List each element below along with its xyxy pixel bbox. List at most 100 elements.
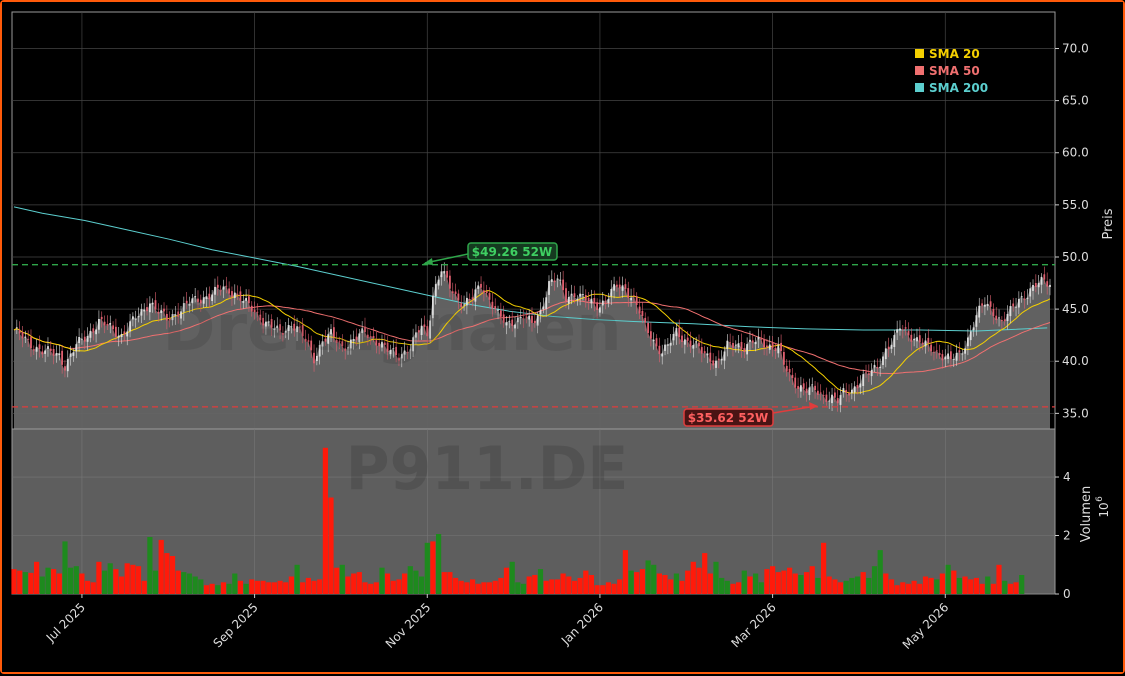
volume-tick-label: 0 — [1063, 587, 1071, 601]
volume-bar — [594, 585, 600, 594]
candle-body — [981, 303, 983, 306]
volume-bar — [220, 582, 227, 594]
volume-bar — [917, 583, 923, 594]
candle-body — [18, 329, 21, 334]
volume-bar — [719, 577, 725, 594]
volume-bar — [1013, 582, 1019, 594]
candle-body — [876, 367, 879, 369]
volume-bar — [147, 537, 153, 594]
volume-bar — [68, 567, 74, 594]
volume-bar — [611, 583, 617, 594]
candle-body — [774, 347, 777, 351]
candle-body — [913, 338, 915, 341]
volume-bar — [566, 576, 572, 594]
volume-bar — [934, 579, 940, 594]
candle-body — [681, 335, 683, 342]
volume-bar — [922, 576, 929, 594]
candle-body — [41, 351, 44, 355]
candle-body — [754, 341, 757, 345]
volume-bar — [532, 575, 538, 594]
volume-bar — [135, 566, 142, 594]
candle-body — [715, 360, 717, 368]
candle-body — [695, 341, 698, 343]
candle-body — [55, 353, 58, 356]
candle-body — [746, 344, 748, 355]
candle-body — [819, 392, 822, 394]
candle-body — [216, 284, 219, 288]
volume-bar — [515, 582, 521, 594]
volume-bar — [775, 572, 781, 594]
volume-bar — [628, 570, 634, 594]
volume-bar — [634, 572, 640, 594]
candle-body — [624, 284, 627, 290]
candle-body — [83, 336, 86, 342]
candle-body — [845, 389, 848, 393]
candle-body — [964, 348, 966, 354]
volume-bar — [311, 580, 317, 594]
candle-body — [989, 301, 992, 307]
candle-body — [1040, 276, 1043, 285]
candle-body — [132, 316, 134, 320]
volume-axis-label: Volumen — [1079, 486, 1094, 543]
volume-bar — [260, 580, 266, 594]
volume-bar — [526, 576, 532, 594]
volume-bar — [356, 572, 362, 594]
candle-body — [1032, 285, 1034, 291]
candle-body — [890, 344, 893, 349]
candle-body — [944, 356, 947, 360]
candle-body — [52, 349, 55, 356]
candle-body — [834, 392, 836, 398]
candle-body — [901, 329, 904, 331]
volume-bar — [215, 585, 221, 594]
price-axis-label: Preis — [1101, 208, 1116, 239]
candle-body — [751, 340, 754, 343]
candle-body — [938, 352, 941, 356]
candle-body — [658, 345, 661, 355]
candle-body — [69, 353, 72, 357]
candle-body — [652, 339, 655, 342]
candle-body — [686, 337, 689, 341]
volume-bar — [996, 564, 1002, 594]
candle-body — [1012, 303, 1015, 307]
volume-bar — [441, 572, 447, 594]
volume-bar — [860, 572, 866, 594]
candle-body — [924, 340, 927, 347]
candle-body — [641, 311, 644, 316]
candle-body — [918, 335, 921, 343]
candle-body — [1029, 288, 1032, 297]
candle-body — [667, 344, 669, 346]
legend-sma50: SMA 50 — [929, 64, 980, 78]
candle-body — [873, 364, 876, 368]
candle-body — [808, 387, 811, 395]
volume-bar — [656, 573, 662, 594]
candle-body — [1015, 306, 1017, 308]
candle-body — [1049, 284, 1051, 287]
candle-body — [89, 330, 92, 338]
candle-body — [709, 352, 712, 362]
volume-bar — [124, 563, 130, 594]
candle-body — [143, 309, 146, 312]
volume-bar — [73, 566, 79, 594]
volume-bar — [317, 579, 323, 594]
volume-bar — [453, 577, 459, 594]
volume-bar — [430, 541, 436, 594]
candle-body — [1018, 299, 1020, 308]
volume-bar — [464, 582, 470, 594]
candle-body — [780, 342, 782, 351]
candle-body — [661, 353, 664, 357]
candle-body — [822, 395, 825, 396]
volume-bar — [186, 573, 193, 594]
candle-body — [47, 346, 49, 349]
candle-body — [129, 321, 131, 332]
candle-body — [760, 338, 763, 340]
candle-body — [562, 279, 564, 291]
volume-bar — [28, 572, 34, 594]
candle-body — [27, 338, 30, 340]
volume-bar — [821, 542, 827, 594]
candle-body — [859, 383, 862, 388]
candle-body — [75, 344, 78, 352]
price-tick-label: 35.0 — [1062, 406, 1089, 420]
volume-bar — [702, 553, 708, 594]
volume-bar — [396, 579, 402, 594]
candle-body — [222, 286, 225, 290]
